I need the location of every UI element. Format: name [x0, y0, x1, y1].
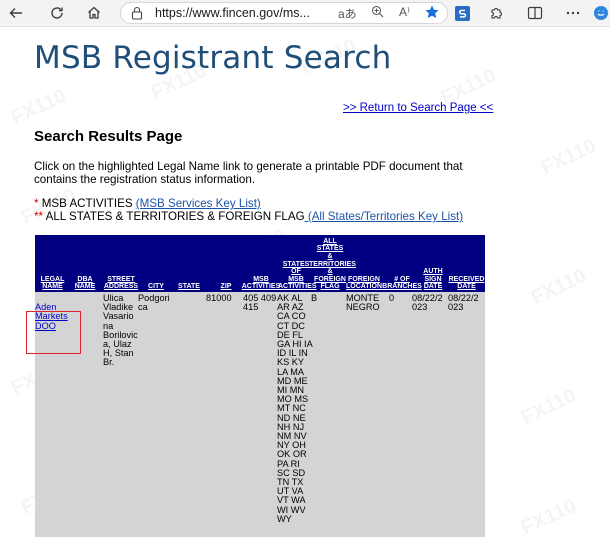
header-auth-sign-date[interactable]: AUTH SIGN DATE — [420, 268, 446, 291]
read-aloud-icon[interactable]: aあ — [338, 5, 357, 22]
msb-activities-label: MSB ACTIVITIES — [38, 197, 136, 210]
msb-activities-legend: * MSB ACTIVITIES (MSB Services Key List) — [34, 197, 261, 210]
header-msb-activities[interactable]: MSB ACTIVITIES — [241, 276, 281, 291]
reader-view-icon[interactable]: A⁾ — [399, 5, 410, 19]
cell-msb-activities: 405 409 415 — [243, 293, 277, 313]
lock-icon[interactable] — [131, 6, 143, 25]
cell-city: Podgori ca — [138, 293, 170, 313]
favorite-star-icon[interactable] — [424, 4, 440, 23]
page-title: MSB Registrant Search — [34, 40, 392, 76]
refresh-icon[interactable] — [47, 3, 67, 23]
split-screen-icon[interactable] — [525, 3, 545, 23]
double-asterisk-marker: ** — [34, 210, 44, 223]
search-results-heading: Search Results Page — [34, 128, 183, 145]
legal-name-link[interactable]: Aden Markets DOO — [35, 302, 68, 331]
zoom-icon[interactable] — [371, 5, 384, 21]
all-states-label: ALL STATES & TERRITORIES & FOREIGN FLAG — [43, 210, 305, 223]
more-options-icon[interactable] — [563, 3, 583, 23]
cell-states-of-msb-activities: AK AL AR AZ CA CO CT DC DE FL GA HI IA I… — [277, 293, 313, 524]
states-territories-key-link[interactable]: (All States/Territories Key List) — [305, 210, 463, 223]
home-icon[interactable] — [84, 3, 104, 23]
header-street-address[interactable]: STREET ADDRESS — [101, 276, 141, 291]
cell-zip: 81000 — [206, 293, 232, 303]
cell-legal-name: Aden Markets DOO — [35, 294, 68, 331]
extension-s-icon[interactable] — [452, 3, 472, 23]
cell-received-date: 08/22/2 023 — [448, 293, 479, 313]
url-text[interactable]: https://www.fincen.gov/ms... — [155, 6, 310, 20]
address-bar[interactable]: https://www.fincen.gov/ms... aあ A⁾ — [120, 2, 448, 24]
page-content: FX110 FX110 FX110 FX110 FX110 FX110 FX11… — [0, 26, 610, 537]
cell-street-address: Ulica Vladike Vasario na Borilovic a, Ul… — [103, 293, 138, 368]
cell-foreign-flag: B — [311, 293, 318, 303]
browser-toolbar: https://www.fincen.gov/ms... aあ A⁾ — [0, 0, 610, 27]
instructions-text: Click on the highlighted Legal Name link… — [34, 160, 463, 186]
header-legal-name[interactable]: LEGAL NAME — [35, 276, 70, 291]
extensions-puzzle-icon[interactable] — [487, 3, 507, 23]
results-table: LEGAL NAME DBA NAME STREET ADDRESS CITY … — [35, 235, 485, 537]
msb-services-key-link[interactable]: (MSB Services Key List) — [136, 197, 261, 210]
profile-icon[interactable] — [592, 3, 610, 23]
header-num-branches[interactable]: # OF BRANCHES — [382, 276, 422, 291]
header-state[interactable]: STATE — [175, 283, 203, 291]
cell-auth-sign-date: 08/22/2 023 — [412, 293, 443, 313]
cell-foreign-location: MONTE NEGRO — [346, 293, 380, 313]
back-arrow-icon[interactable] — [6, 3, 26, 23]
header-dba-name[interactable]: DBA NAME — [71, 276, 99, 291]
header-city[interactable]: CITY — [144, 283, 168, 291]
cell-num-branches: 0 — [389, 293, 395, 303]
return-to-search-link[interactable]: >> Return to Search Page << — [343, 102, 493, 114]
table-header: LEGAL NAME DBA NAME STREET ADDRESS CITY … — [35, 235, 485, 292]
header-foreign-location[interactable]: FOREIGN LOCATION — [344, 276, 384, 291]
header-zip[interactable]: ZIP — [210, 283, 242, 291]
states-legend: ** ALL STATES & TERRITORIES & FOREIGN FL… — [34, 210, 463, 223]
header-received-date[interactable]: RECEIVED DATE — [448, 276, 485, 291]
